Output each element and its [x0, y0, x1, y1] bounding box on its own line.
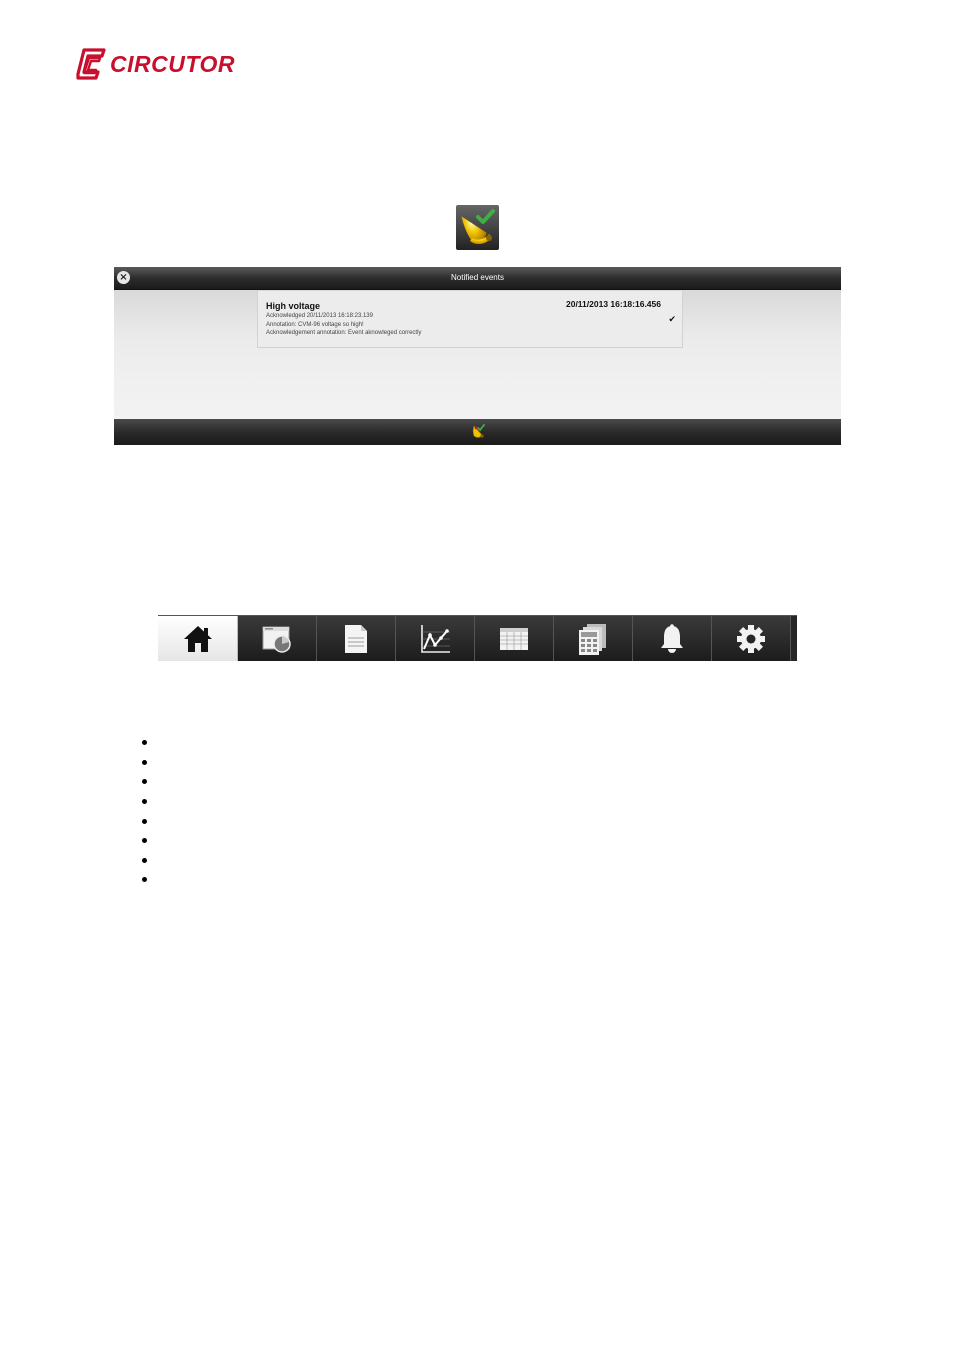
- bell-icon: [661, 623, 683, 653]
- nav-table[interactable]: [475, 616, 554, 661]
- bullet-dot: [142, 759, 147, 765]
- check-icon: ✔: [668, 314, 676, 324]
- panel-title: Notified events: [451, 273, 504, 282]
- chart-icon: [421, 624, 450, 653]
- bullet-dot: [142, 818, 147, 824]
- main-navbar: [158, 615, 797, 661]
- nav-settings[interactable]: [712, 616, 791, 661]
- bullet-dot: [142, 877, 147, 883]
- bullet-dot: [142, 799, 147, 805]
- acknowledged-bell-icon: [456, 205, 499, 250]
- nav-document[interactable]: [317, 616, 396, 661]
- bullet-dot: [142, 857, 147, 863]
- event-ack-annotation: Acknowledgement annotation: Event aknowl…: [266, 330, 422, 336]
- list-item: [142, 733, 147, 753]
- circutor-logo: CIRCUTOR: [76, 48, 235, 80]
- bullet-dot: [142, 838, 147, 844]
- event-annotation: Annotation: CVM-96 voltage so high!: [266, 322, 364, 328]
- acknowledge-bell-icon[interactable]: [471, 424, 486, 440]
- list-item: [142, 753, 147, 773]
- home-icon: [183, 625, 212, 652]
- nav-home[interactable]: [158, 616, 238, 661]
- gear-icon: [737, 624, 765, 653]
- panel-footer: [114, 419, 841, 445]
- logo-text: CIRCUTOR: [110, 51, 235, 77]
- panel-header: × Notified events: [114, 267, 841, 290]
- list-item: [142, 792, 147, 812]
- event-acknowledged: Acknowledged 20/11/2013 16:18:23.139: [266, 313, 373, 319]
- nav-display[interactable]: [238, 616, 317, 661]
- list-item: [142, 870, 147, 890]
- bullet-dot: [142, 740, 147, 746]
- display-icon: [262, 626, 291, 653]
- circutor-logo-icon: [76, 48, 106, 80]
- table-icon: [500, 627, 528, 650]
- nav-alarms[interactable]: [633, 616, 712, 661]
- bullet-dot: [142, 779, 147, 785]
- list-item: [142, 851, 147, 871]
- calculator-icon: [579, 623, 606, 655]
- event-timestamp: 20/11/2013 16:18:16.456: [565, 299, 661, 309]
- event-item[interactable]: High voltage 20/11/2013 16:18:16.456 Ack…: [257, 291, 683, 348]
- panel-body: High voltage 20/11/2013 16:18:16.456 Ack…: [114, 290, 841, 419]
- notified-events-panel: × Notified events High voltage 20/11/201…: [114, 267, 841, 445]
- nav-chart[interactable]: [396, 616, 475, 661]
- list-item: [142, 811, 147, 831]
- list-item: [142, 831, 147, 851]
- event-name: High voltage: [266, 301, 321, 311]
- nav-calculator[interactable]: [554, 616, 633, 661]
- bullet-list: [142, 733, 147, 890]
- list-item: [142, 772, 147, 792]
- document-icon: [345, 624, 367, 653]
